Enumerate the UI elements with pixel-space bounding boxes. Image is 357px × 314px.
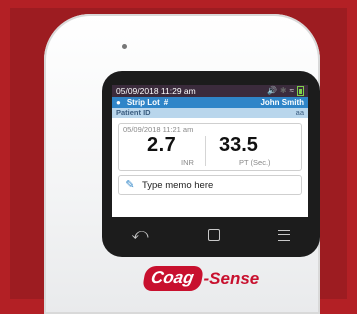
- menu-icon[interactable]: [278, 229, 291, 241]
- strip-lot-bar[interactable]: ● Strip Lot # John Smith: [112, 97, 308, 108]
- status-icons: 🔊 ✱ ≈: [267, 85, 304, 97]
- battery-icon: [297, 86, 304, 96]
- meter-screen: 05/09/2018 11:29 am 🔊 ✱ ≈ ● Strip Lot # …: [112, 85, 308, 217]
- home-icon[interactable]: [207, 229, 220, 241]
- nav-bar: ⤺: [102, 221, 320, 249]
- strip-lot-label: Strip Lot: [126, 98, 160, 107]
- patient-id-value: aa: [295, 108, 304, 117]
- memo-placeholder: Type memo here: [142, 179, 214, 191]
- wifi-icon: ≈: [289, 86, 294, 95]
- meter-device: 05/09/2018 11:29 am 🔊 ✱ ≈ ● Strip Lot # …: [44, 14, 320, 314]
- edit-icon: ✎: [125, 179, 135, 191]
- result-timestamp: 05/09/2018 11:21 am: [123, 125, 194, 134]
- coag-sense-logo: Coag -Sense: [141, 266, 260, 291]
- status-bar: 05/09/2018 11:29 am 🔊 ✱ ≈: [112, 85, 308, 97]
- screen-bezel: 05/09/2018 11:29 am 🔊 ✱ ≈ ● Strip Lot # …: [102, 71, 320, 257]
- bluetooth-icon: ✱: [279, 86, 287, 95]
- result-card: 05/09/2018 11:21 am 2.7 INR 33.5 PT (Sec…: [118, 123, 302, 171]
- result-divider: [205, 136, 206, 166]
- memo-field[interactable]: ✎ Type memo here: [118, 175, 302, 195]
- blood-drop-icon: ●: [116, 98, 121, 107]
- logo-suffix: -Sense: [203, 268, 260, 288]
- user-name: John Smith: [260, 98, 304, 107]
- patient-id-bar[interactable]: Patient ID aa: [112, 108, 308, 118]
- pt-label: PT (Sec.): [239, 158, 271, 167]
- speaker-icon[interactable]: 🔊: [267, 85, 277, 97]
- status-datetime: 05/09/2018 11:29 am: [116, 86, 196, 96]
- camera-dot: [122, 44, 127, 49]
- back-icon[interactable]: ⤺: [131, 226, 148, 244]
- patient-id-label: Patient ID: [116, 108, 151, 117]
- pt-value: 33.5: [219, 134, 258, 156]
- strip-lot-hash: #: [163, 98, 169, 107]
- inr-value: 2.7: [147, 134, 177, 156]
- inr-label: INR: [181, 158, 194, 167]
- logo-badge: Coag: [141, 266, 204, 291]
